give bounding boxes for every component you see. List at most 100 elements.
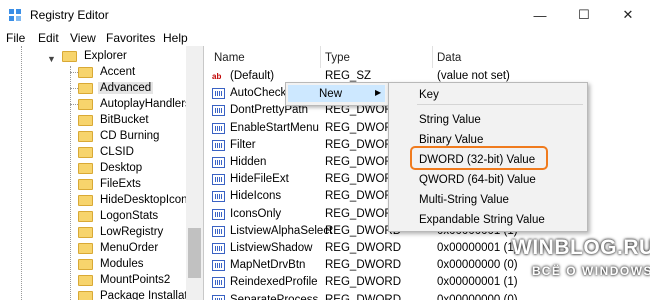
value-data: 0x00000001 (1) — [437, 242, 518, 254]
folder-icon — [78, 146, 93, 158]
tree-item[interactable]: AutoplayHandlers — [78, 96, 193, 112]
value-row[interactable]: SeparateProcess REG_DWORD 0x00000000 (0) — [204, 292, 650, 300]
tree-item-label: BitBucket — [100, 114, 149, 126]
tree-item-label: LogonStats — [100, 210, 159, 222]
context-menu: New ▶ — [285, 82, 390, 106]
tree-item[interactable]: CD Burning — [78, 128, 161, 144]
binary-value-icon — [212, 260, 225, 272]
title-bar: Registry Editor — ☐ ✕ — [0, 0, 650, 30]
value-name: ListviewShadow — [230, 242, 313, 254]
value-name: Filter — [230, 138, 256, 151]
menu-item-new[interactable]: New ▶ — [288, 85, 385, 102]
folder-icon — [78, 290, 93, 300]
string-value-icon: ab — [212, 72, 222, 81]
maximize-button[interactable]: ☐ — [562, 0, 606, 30]
tree-item-label: Desktop — [100, 162, 143, 174]
value-type: REG_DWORD — [325, 259, 402, 272]
tree-item[interactable]: MountPoints2 — [78, 272, 172, 288]
tree-item-label: CLSID — [100, 146, 134, 158]
value-name: HideIcons — [230, 190, 282, 203]
column-header-type[interactable]: Type — [325, 52, 350, 64]
menu-view[interactable]: View — [70, 31, 96, 45]
folder-icon — [78, 210, 93, 222]
tree-item[interactable]: Desktop — [78, 160, 144, 176]
menu-item-string-value[interactable]: String Value — [419, 114, 481, 126]
tree-item[interactable]: Modules — [78, 256, 145, 272]
value-name: Hidden — [230, 156, 267, 168]
binary-value-icon — [212, 88, 225, 100]
tree-item[interactable]: CLSID — [78, 144, 136, 160]
tree-item-label: CD Burning — [100, 130, 160, 142]
value-data: 0x00000000 (0) — [437, 259, 518, 272]
close-button[interactable]: ✕ — [606, 0, 650, 30]
tree-item[interactable]: MenuOrder — [78, 240, 160, 256]
highlight-annotation — [410, 146, 548, 170]
watermark: WINBLOG.RU ВСЁ О WINDOWS — [512, 236, 650, 288]
tree-item[interactable]: BitBucket — [78, 112, 151, 128]
tree-item-selected[interactable]: Advanced — [78, 80, 154, 96]
menu-item-binary-value[interactable]: Binary Value — [419, 134, 483, 146]
tree-scrollbar[interactable] — [186, 46, 203, 300]
menu-item-multi-string-value[interactable]: Multi-String Value — [419, 194, 509, 206]
column-divider[interactable] — [432, 46, 433, 68]
value-type: REG_DWORD — [325, 293, 402, 300]
binary-value-icon — [212, 122, 225, 134]
folder-open-icon — [62, 50, 77, 62]
folder-icon — [78, 130, 93, 142]
folder-icon — [78, 242, 93, 254]
value-name: (Default) — [230, 70, 275, 82]
menu-edit[interactable]: Edit — [38, 31, 59, 45]
folder-icon — [78, 194, 93, 206]
tree-item-label: HideDesktopIcons — [100, 194, 194, 206]
chevron-down-icon[interactable]: ▼ — [47, 54, 56, 64]
tree-item-label: FileExts — [100, 178, 141, 190]
binary-value-icon — [212, 277, 225, 289]
binary-value-icon — [212, 191, 225, 203]
value-type: REG_DWORD — [325, 242, 402, 254]
tree-item-label: Accent — [100, 66, 136, 78]
menu-help[interactable]: Help — [163, 31, 188, 45]
menu-file[interactable]: File — [6, 31, 25, 45]
value-data: 0x00000000 (0) — [437, 293, 518, 300]
value-name: ListviewAlphaSelect — [230, 224, 333, 237]
folder-icon — [78, 114, 93, 126]
tree-item[interactable]: HideDesktopIcons — [78, 192, 195, 208]
tree-item[interactable]: LogonStats — [78, 208, 160, 224]
column-header-name[interactable]: Name — [214, 52, 245, 64]
tree-item-explorer[interactable]: Explorer — [62, 48, 129, 64]
value-type: REG_SZ — [325, 70, 372, 82]
tree-item[interactable]: Accent — [78, 64, 137, 80]
tree-item[interactable]: FileExts — [78, 176, 143, 192]
binary-value-icon — [212, 243, 225, 254]
menu-bar: File Edit View Favorites Help — [0, 30, 650, 46]
folder-icon — [78, 178, 93, 190]
minimize-button[interactable]: — — [518, 0, 562, 30]
value-name: EnableStartMenu — [230, 121, 319, 134]
value-name: ReindexedProfile — [230, 276, 318, 289]
window-title: Registry Editor — [30, 8, 109, 22]
folder-icon — [78, 162, 93, 174]
tree-item-label: Modules — [100, 258, 144, 270]
registry-tree[interactable]: Explorer Accent Advanced AutoplayHandler… — [0, 46, 204, 300]
column-header-data[interactable]: Data — [437, 52, 461, 64]
folder-icon — [78, 226, 93, 238]
tree-scrollbar-thumb[interactable] — [188, 228, 201, 278]
menu-item-key[interactable]: Key — [419, 89, 439, 101]
value-data: 0x00000001 (1) — [437, 276, 518, 289]
tree-item[interactable]: LowRegistry — [78, 224, 165, 240]
column-divider[interactable] — [320, 46, 321, 68]
folder-icon — [78, 274, 93, 286]
menu-favorites[interactable]: Favorites — [106, 31, 155, 45]
tree-guide-line — [70, 66, 71, 300]
tree-item-label: MountPoints2 — [100, 274, 171, 286]
menu-item-expandable-string-value[interactable]: Expandable String Value — [419, 214, 545, 226]
binary-value-icon — [212, 105, 225, 117]
folder-icon — [78, 258, 93, 270]
tree-item-label: LowRegistry — [100, 226, 164, 238]
folder-icon — [78, 66, 93, 78]
value-name: IconsOnly — [230, 207, 282, 220]
value-data: (value not set) — [437, 70, 510, 82]
tree-item-label: AutoplayHandlers — [100, 98, 191, 110]
menu-item-qword-value[interactable]: QWORD (64-bit) Value — [419, 174, 536, 186]
folder-icon — [78, 98, 93, 110]
